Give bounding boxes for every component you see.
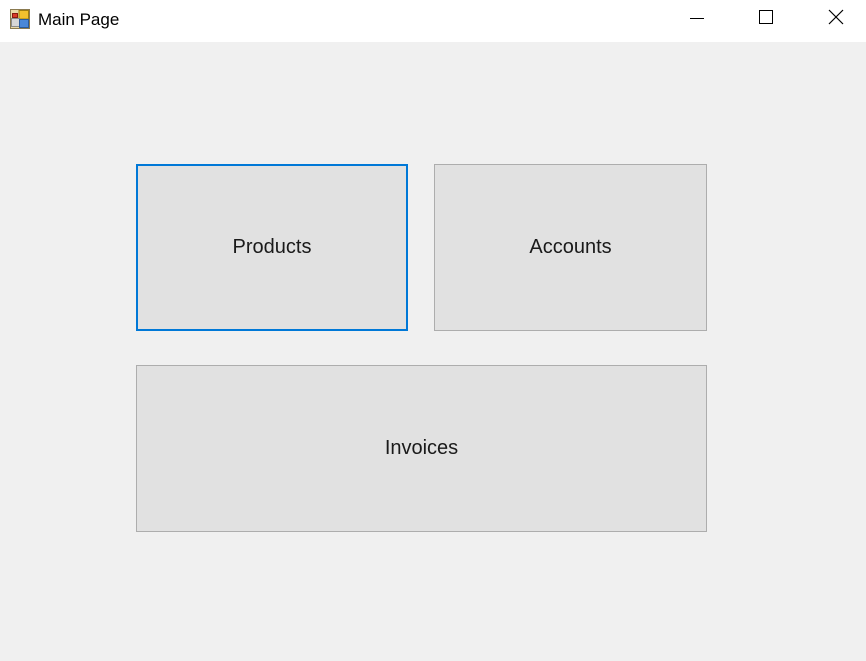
- accounts-button[interactable]: Accounts: [434, 164, 707, 331]
- title-bar[interactable]: Main Page: [0, 0, 866, 42]
- maximize-icon: [758, 9, 774, 30]
- invoices-button[interactable]: Invoices: [136, 365, 707, 532]
- close-icon: [828, 9, 844, 30]
- window-title: Main Page: [38, 10, 120, 29]
- app-icon: [10, 9, 30, 29]
- close-button[interactable]: [813, 0, 859, 38]
- main-page-window: Main Page Products Accounts Invoices: [0, 0, 866, 661]
- maximize-button[interactable]: [743, 0, 789, 38]
- minimize-icon: [689, 9, 705, 30]
- form-client-area: Products Accounts Invoices: [0, 42, 866, 661]
- minimize-button[interactable]: [674, 0, 720, 38]
- products-button[interactable]: Products: [136, 164, 408, 331]
